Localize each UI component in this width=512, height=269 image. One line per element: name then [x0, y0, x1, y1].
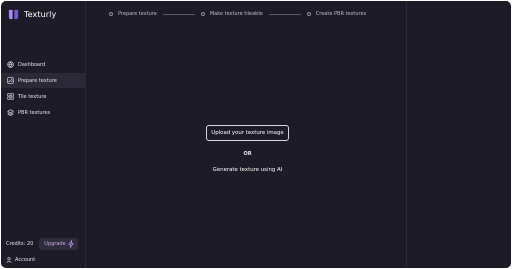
main-content: Upload your texture image OR Generate te… [86, 1, 406, 268]
texturly-logo-icon [8, 9, 19, 19]
layers-icon [6, 109, 14, 117]
app-window: Texturly Dashboard Prepare texture Tile … [1, 1, 511, 268]
sidebar-item-prepare-texture[interactable]: Prepare texture [1, 73, 86, 88]
user-icon [6, 256, 12, 263]
brand[interactable]: Texturly [8, 7, 56, 21]
right-panel [406, 1, 511, 268]
sidebar-item-label: Dashboard [18, 61, 46, 68]
generate-ai-link[interactable]: Generate texture using AI [196, 167, 299, 173]
image-icon [6, 77, 14, 85]
credits-count: Credits: 20 [6, 241, 34, 247]
upgrade-button[interactable]: Upgrade [39, 238, 78, 250]
tiles-icon [6, 93, 14, 101]
account-link[interactable]: Account [6, 255, 35, 264]
sidebar-item-pbr-textures[interactable]: PBR textures [1, 105, 86, 120]
sidebar: Texturly Dashboard Prepare texture Tile … [1, 1, 86, 268]
upload-label: Upload your texture image [211, 130, 284, 136]
account-label: Account [15, 256, 36, 263]
upload-texture-button[interactable]: Upload your texture image [206, 125, 289, 141]
sidebar-item-label: PBR textures [18, 109, 51, 116]
upgrade-label: Upgrade [44, 241, 66, 247]
or-divider: OR [243, 151, 252, 157]
globe-icon [6, 61, 14, 69]
sidebar-item-label: Tile texture [18, 93, 47, 100]
sidebar-item-label: Prepare texture [18, 77, 57, 84]
brand-name: Texturly [24, 9, 57, 19]
sidebar-item-tile-texture[interactable]: Tile texture [1, 89, 86, 104]
sidebar-nav: Dashboard Prepare texture Tile texture P… [1, 57, 86, 121]
sidebar-item-dashboard[interactable]: Dashboard [1, 57, 86, 72]
credits-row: Credits: 20 Upgrade [6, 238, 81, 250]
lightning-icon [67, 240, 74, 248]
